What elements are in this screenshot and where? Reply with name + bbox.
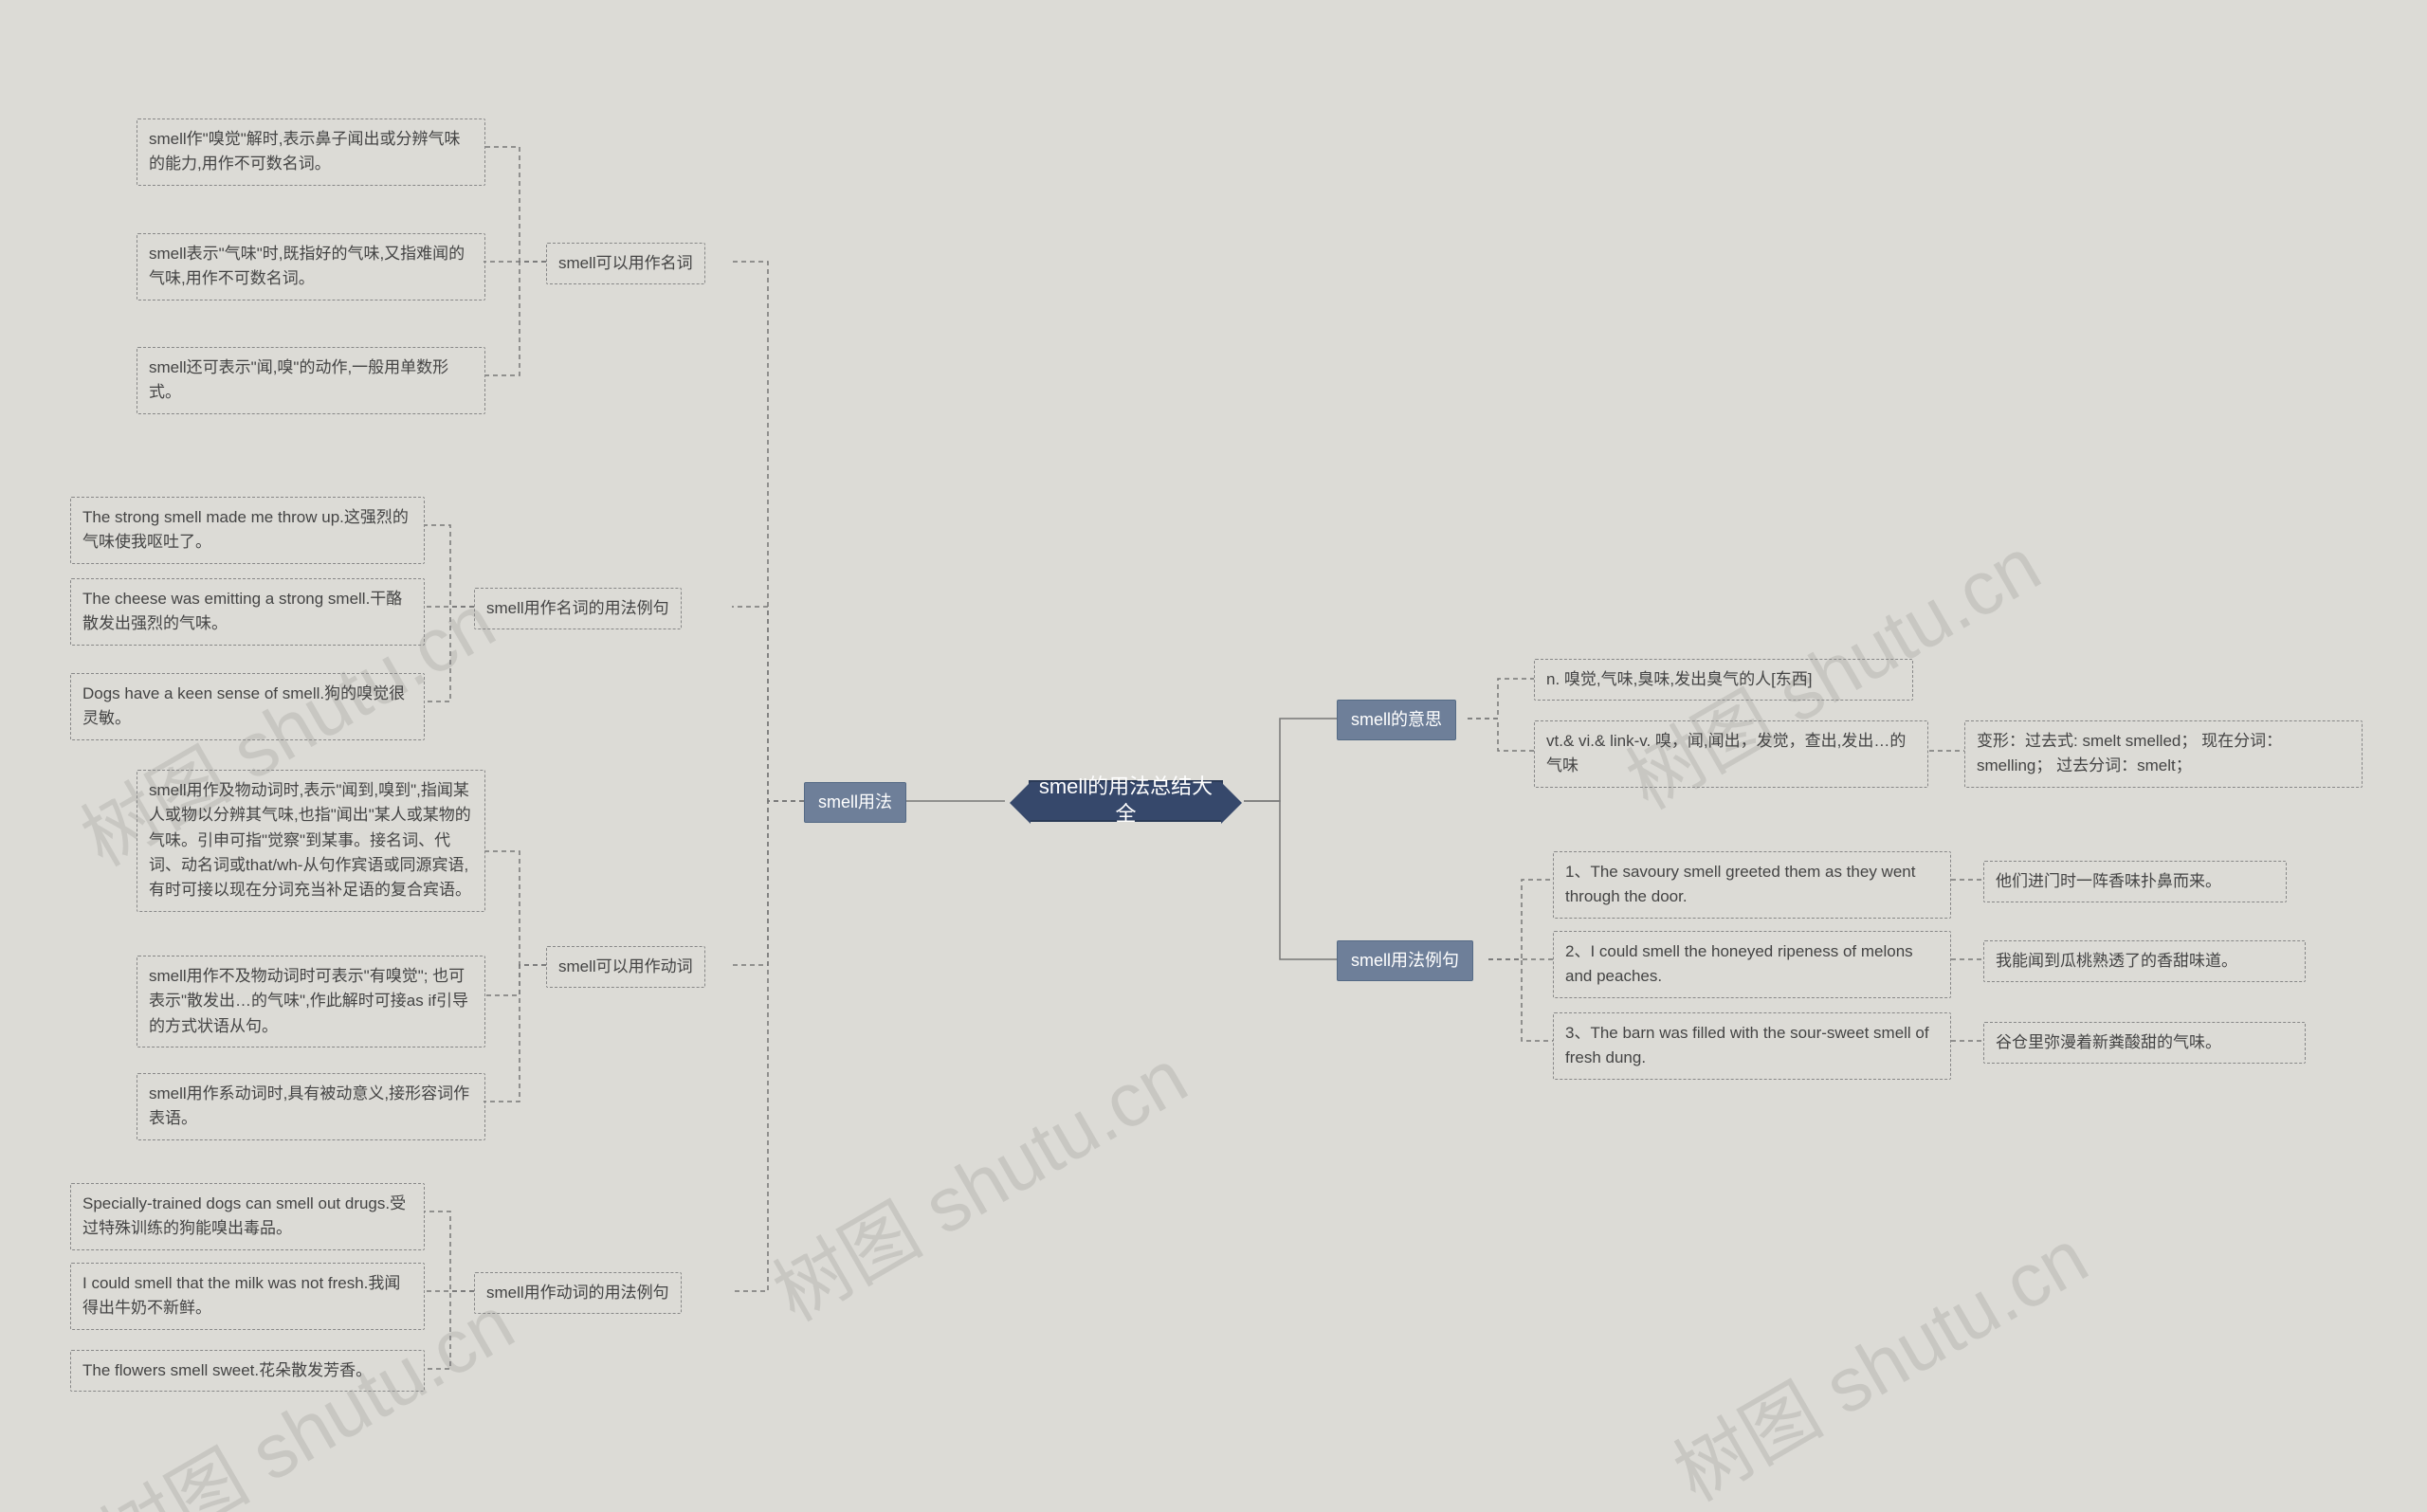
- branch-usage[interactable]: smell用法: [804, 782, 906, 823]
- leaf-example-1-en[interactable]: 1、The savoury smell greeted them as they…: [1553, 851, 1951, 919]
- leaf-verb-1[interactable]: smell用作及物动词时,表示"闻到,嗅到",指闻某人或物以分辨其气味,也指"闻…: [137, 770, 485, 912]
- leaf-noun-3[interactable]: smell还可表示"闻,嗅"的动作,一般用单数形式。: [137, 347, 485, 414]
- root-node[interactable]: smell的用法总结大全: [1029, 780, 1223, 822]
- leaf-noun-ex-1[interactable]: The strong smell made me throw up.这强烈的气味…: [70, 497, 425, 564]
- branch-noun-examples[interactable]: smell用作名词的用法例句: [474, 588, 682, 629]
- leaf-verb-ex-1[interactable]: Specially-trained dogs can smell out dru…: [70, 1183, 425, 1250]
- leaf-example-3-en[interactable]: 3、The barn was filled with the sour-swee…: [1553, 1012, 1951, 1080]
- leaf-verb-ex-3[interactable]: The flowers smell sweet.花朵散发芳香。: [70, 1350, 425, 1392]
- leaf-example-1-zh[interactable]: 他们进门时一阵香味扑鼻而来。: [1983, 861, 2287, 902]
- watermark: 树图 shutu.cn: [1651, 1197, 2105, 1512]
- leaf-verb-ex-2[interactable]: I could smell that the milk was not fres…: [70, 1263, 425, 1330]
- branch-meaning[interactable]: smell的意思: [1337, 700, 1456, 740]
- mindmap-canvas: 树图 shutu.cn 树图 shutu.cn 树图 shutu.cn 树图 s…: [0, 0, 2427, 1512]
- leaf-noun-2[interactable]: smell表示"气味"时,既指好的气味,又指难闻的气味,用作不可数名词。: [137, 233, 485, 301]
- leaf-noun-ex-2[interactable]: The cheese was emitting a strong smell.干…: [70, 578, 425, 646]
- branch-as-noun[interactable]: smell可以用作名词: [546, 243, 705, 284]
- branch-verb-examples[interactable]: smell用作动词的用法例句: [474, 1272, 682, 1314]
- branch-examples[interactable]: smell用法例句: [1337, 940, 1473, 981]
- leaf-example-3-zh[interactable]: 谷仓里弥漫着新粪酸甜的气味。: [1983, 1022, 2306, 1064]
- leaf-example-2-zh[interactable]: 我能闻到瓜桃熟透了的香甜味道。: [1983, 940, 2306, 982]
- leaf-meaning-forms[interactable]: 变形：过去式: smelt smelled； 现在分词：smelling； 过去…: [1964, 720, 2363, 788]
- leaf-noun-1[interactable]: smell作"嗅觉"解时,表示鼻子闻出或分辨气味的能力,用作不可数名词。: [137, 118, 485, 186]
- leaf-verb-3[interactable]: smell用作系动词时,具有被动意义,接形容词作表语。: [137, 1073, 485, 1140]
- leaf-noun-ex-3[interactable]: Dogs have a keen sense of smell.狗的嗅觉很灵敏。: [70, 673, 425, 740]
- leaf-meaning-n[interactable]: n. 嗅觉,气味,臭味,发出臭气的人[东西]: [1534, 659, 1913, 701]
- watermark: 树图 shutu.cn: [751, 1017, 1204, 1342]
- leaf-meaning-v[interactable]: vt.& vi.& link-v. 嗅，闻,闻出，发觉，查出,发出…的气味: [1534, 720, 1928, 788]
- leaf-example-2-en[interactable]: 2、I could smell the honeyed ripeness of …: [1553, 931, 1951, 998]
- branch-as-verb[interactable]: smell可以用作动词: [546, 946, 705, 988]
- leaf-verb-2[interactable]: smell用作不及物动词时可表示"有嗅觉"; 也可表示"散发出…的气味",作此解…: [137, 956, 485, 1047]
